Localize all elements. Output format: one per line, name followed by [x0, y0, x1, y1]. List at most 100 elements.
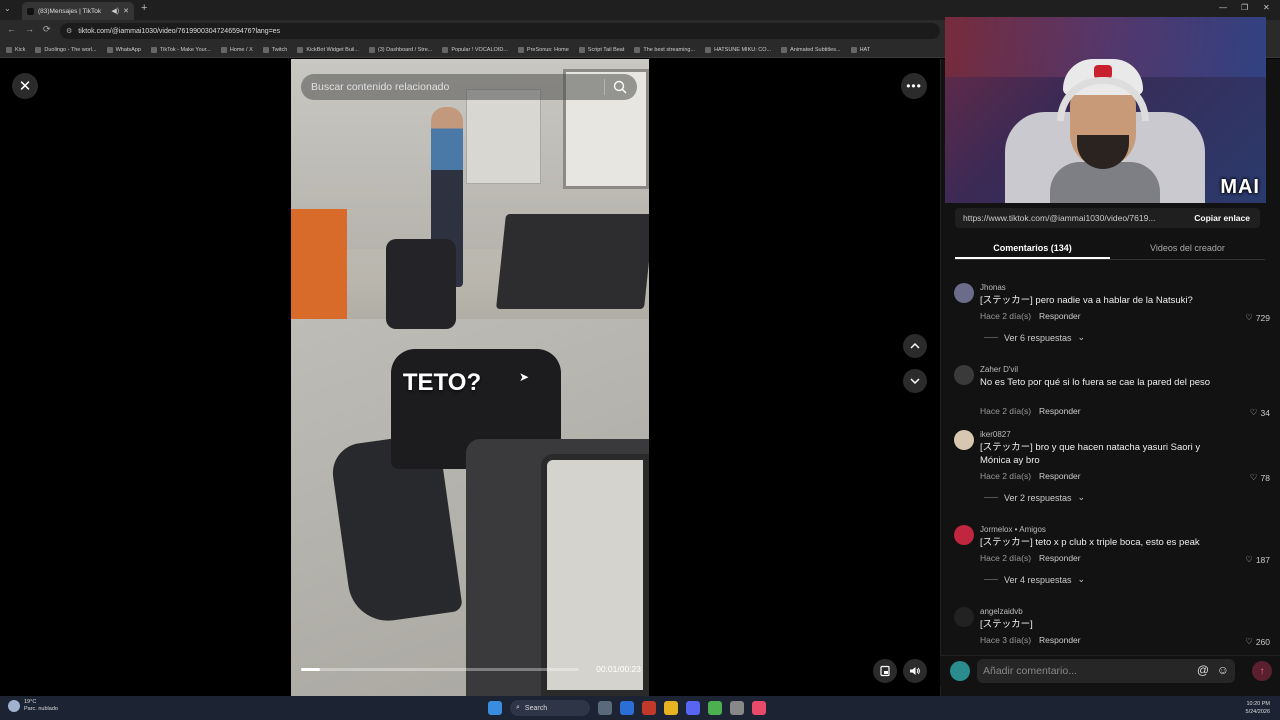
bookmark-icon — [262, 46, 269, 53]
new-tab-icon[interactable]: + — [141, 2, 147, 14]
bookmark-item[interactable]: TikTok - Make Your... — [150, 46, 211, 53]
floating-player-button[interactable] — [873, 659, 897, 683]
bookmark-item[interactable]: PreSonus: Home — [517, 46, 569, 53]
reload-icon[interactable]: ⟳ — [43, 24, 51, 35]
taskbar-search[interactable]: ⌕ Search — [510, 700, 590, 716]
comment-text: No es Teto por qué si lo fuera se cae la… — [980, 377, 1211, 388]
share-link-url[interactable]: https://www.tiktok.com/@iammai1030/video… — [963, 213, 1183, 223]
bookmark-label: Animated Subtitles... — [790, 46, 841, 53]
bookmark-item[interactable]: Duolingo - The worl... — [35, 46, 97, 53]
chevron-up-icon — [910, 342, 920, 349]
reply-button[interactable]: Responder — [1039, 311, 1081, 321]
search-icon[interactable] — [612, 79, 628, 95]
edge-icon[interactable] — [620, 701, 634, 715]
reply-button[interactable]: Responder — [1039, 406, 1081, 416]
reply-button[interactable]: Responder — [1039, 635, 1081, 645]
bookmark-label: PreSonus: Home — [526, 46, 569, 53]
weather-widget[interactable]: 19°C Parc. nublado — [8, 699, 58, 713]
previous-video-button[interactable] — [903, 334, 927, 358]
heart-icon: ♡ — [1245, 554, 1253, 564]
heart-icon: ♡ — [1249, 472, 1258, 482]
restore-icon[interactable]: ❐ — [1241, 3, 1248, 12]
reply-button[interactable]: Responder — [1039, 553, 1081, 563]
bookmark-item[interactable]: KickBot Widget Buil... — [297, 46, 359, 53]
video-player[interactable]: TETO? ➤ Buscar contenido relacionado 00:… — [291, 59, 649, 696]
avatar[interactable] — [954, 365, 974, 385]
video-frame-poster — [466, 89, 541, 184]
comment-meta: Hace 2 día(s) Responder — [980, 471, 1081, 481]
send-comment-button[interactable]: ↑ — [1252, 661, 1272, 681]
comment-username[interactable]: Jormelox • Amigos — [980, 525, 1046, 534]
chevron-down-icon — [910, 378, 920, 385]
reply-button[interactable]: Responder — [1039, 471, 1081, 481]
bookmark-item[interactable]: Twitch — [262, 46, 287, 53]
like-button[interactable]: ♡ 187 — [1245, 554, 1270, 565]
settings-icon[interactable] — [730, 701, 744, 715]
speaker-icon[interactable]: ◀) — [111, 7, 119, 15]
comment-username[interactable]: Jhonas — [980, 283, 1006, 292]
next-video-button[interactable] — [903, 369, 927, 393]
like-count: 78 — [1260, 472, 1270, 483]
view-replies-button[interactable]: Ver 6 respuestas ⌄ — [984, 332, 1085, 343]
comment-input[interactable]: Añadir comentario... @ ☺ — [977, 659, 1235, 683]
back-icon[interactable]: ← — [7, 24, 16, 34]
tab-list-icon[interactable]: ⌄ — [4, 4, 11, 13]
comment-username[interactable]: iker0827 — [980, 430, 1011, 439]
chevron-down-icon: ⌄ — [1077, 574, 1086, 584]
related-search-input[interactable]: Buscar contenido relacionado — [301, 74, 637, 100]
avatar[interactable] — [954, 607, 974, 627]
chrome-icon[interactable] — [708, 701, 722, 715]
bookmark-item[interactable]: HAT — [850, 46, 870, 53]
emoji-icon[interactable]: ☺ — [1217, 663, 1229, 677]
bookmark-item[interactable]: Script Tail Beat — [578, 46, 624, 53]
mention-icon[interactable]: @ — [1197, 663, 1209, 677]
video-progress-bar[interactable] — [301, 668, 579, 671]
bookmark-item[interactable]: Home / X — [220, 46, 253, 53]
close-tab-icon[interactable]: ✕ — [123, 7, 129, 15]
bookmark-item[interactable]: Kick — [6, 46, 25, 53]
copy-link-button[interactable]: Copiar enlace — [1194, 213, 1250, 223]
bookmark-item[interactable]: WhatsApp — [106, 46, 141, 53]
bookmark-icon — [781, 46, 788, 53]
app-icon[interactable] — [642, 701, 656, 715]
view-replies-button[interactable]: Ver 2 respuestas ⌄ — [984, 492, 1085, 503]
more-options-button[interactable]: ••• — [901, 73, 927, 99]
like-button[interactable]: ♡ 260 — [1245, 636, 1270, 647]
comment-username[interactable]: angelzaidvb — [980, 607, 1023, 616]
clock-date: 5/24/2026 — [1245, 709, 1270, 715]
task-view-icon[interactable] — [598, 701, 612, 715]
tab-creator-videos[interactable]: Videos del creador — [1110, 238, 1265, 259]
site-info-icon[interactable]: ⚙ — [66, 27, 72, 35]
music-icon[interactable] — [752, 701, 766, 715]
comment-username[interactable]: Zaher D'vil — [980, 365, 1018, 374]
tiktok-icon — [27, 7, 34, 15]
bookmark-item[interactable]: The best streaming... — [634, 46, 695, 53]
window-close-icon[interactable]: ✕ — [1263, 3, 1270, 12]
forward-icon[interactable]: → — [25, 24, 34, 34]
windows-start-icon[interactable] — [488, 701, 502, 715]
like-button[interactable]: ♡ 34 — [1250, 407, 1270, 418]
mouse-cursor-icon: ➤ — [519, 370, 530, 384]
bookmark-item[interactable]: HATSUNE MIKU: CO... — [705, 46, 771, 53]
close-video-button[interactable]: ✕ — [12, 73, 38, 99]
minimize-icon[interactable]: — — [1219, 3, 1227, 12]
bookmark-item[interactable]: (3) Dashboard / Stre... — [368, 46, 432, 53]
bookmark-icon — [150, 46, 157, 53]
like-button[interactable]: ♡ 78 — [1250, 472, 1270, 483]
browser-tab[interactable]: (83)Mensajes | TikTok ◀) ✕ — [22, 2, 134, 20]
bookmark-item[interactable]: Animated Subtitles... — [781, 46, 841, 53]
like-button[interactable]: ♡ 729 — [1245, 312, 1270, 323]
discord-icon[interactable] — [686, 701, 700, 715]
tab-comments[interactable]: Comentarios (134) — [955, 238, 1110, 259]
avatar[interactable] — [954, 430, 974, 450]
view-replies-button[interactable]: Ver 4 respuestas ⌄ — [984, 574, 1085, 585]
volume-button[interactable] — [903, 659, 927, 683]
taskbar-clock[interactable]: 10:20 PM 5/24/2026 — [1246, 700, 1270, 716]
avatar[interactable] — [954, 525, 974, 545]
bookmark-label: KickBot Widget Buil... — [306, 46, 359, 53]
address-bar[interactable]: ⚙ tiktok.com/@iammai1030/video/761990030… — [60, 23, 940, 39]
webcam-overlay: MAI — [945, 17, 1266, 203]
bookmark-item[interactable]: Popular ! VOCALOID... — [442, 46, 508, 53]
avatar[interactable] — [954, 283, 974, 303]
file-explorer-icon[interactable] — [664, 701, 678, 715]
